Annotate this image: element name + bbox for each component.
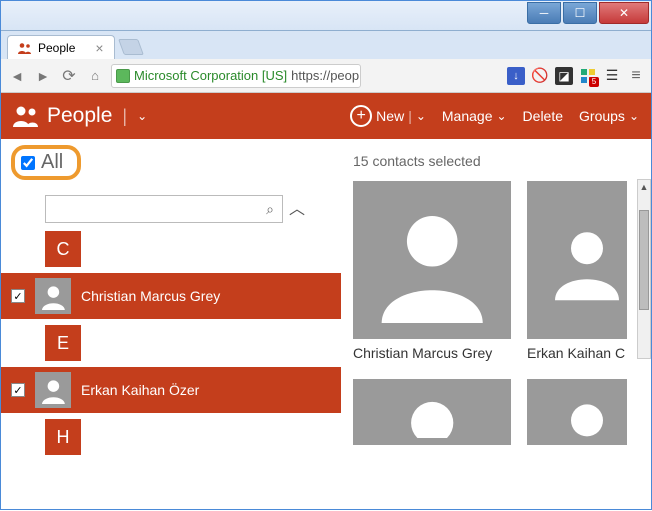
- search-box[interactable]: ⌕: [45, 195, 283, 223]
- avatar-icon: [39, 282, 68, 311]
- contact-avatar: [35, 278, 71, 314]
- tab-title: People: [38, 41, 75, 55]
- scroll-up-arrow-icon[interactable]: ▲: [638, 180, 650, 194]
- search-input[interactable]: [54, 202, 266, 217]
- extension-stack-icon[interactable]: ☰: [603, 67, 621, 85]
- window-maximize-button[interactable]: ☐: [563, 2, 597, 24]
- url-text: https://peop: [291, 68, 359, 83]
- selection-status: 15 contacts selected: [353, 153, 639, 169]
- card-name: Christian Marcus Grey: [353, 345, 511, 361]
- avatar-icon: [547, 386, 627, 439]
- scrollbar-thumb[interactable]: [639, 210, 649, 310]
- chevron-down-icon: ⌄: [416, 109, 426, 123]
- app-header: People | ⌄ + New | ⌄ Manage ⌄ Delete Gro…: [1, 93, 651, 139]
- detail-pane: 15 contacts selected Christian Marcus Gr…: [341, 139, 651, 511]
- window-minimize-button[interactable]: ─: [527, 2, 561, 24]
- avatar-icon: [369, 197, 495, 323]
- content-area: All ⌕ ︿ C ✓ Christian Marcus Grey E ✓: [1, 139, 651, 511]
- people-icon: [13, 105, 39, 127]
- window-titlebar: ─ ☐ ✕: [1, 1, 651, 31]
- search-icon[interactable]: ⌕: [266, 201, 274, 218]
- letter-header-c[interactable]: C: [45, 231, 81, 267]
- avatar-icon: [39, 376, 68, 405]
- extension-badge-count: 5: [589, 77, 599, 87]
- app-name: People: [47, 104, 112, 128]
- manage-label: Manage: [442, 108, 493, 124]
- scrollbar[interactable]: ▲: [637, 179, 651, 359]
- card-avatar: [527, 379, 627, 445]
- scroll-up-icon[interactable]: ︿: [289, 195, 305, 219]
- contact-card[interactable]: [527, 379, 627, 445]
- contact-row[interactable]: ✓ Christian Marcus Grey: [1, 273, 341, 319]
- delete-button[interactable]: Delete: [523, 108, 563, 124]
- app-title[interactable]: People | ⌄: [13, 104, 147, 128]
- bookmark-star-icon[interactable]: ☆: [359, 67, 361, 84]
- contact-name: Erkan Kaihan Özer: [81, 382, 199, 398]
- back-button[interactable]: ◄: [7, 66, 27, 86]
- contact-card[interactable]: [353, 379, 511, 445]
- people-icon: [18, 42, 32, 54]
- tab-close-icon[interactable]: ×: [95, 40, 103, 56]
- contact-list: C ✓ Christian Marcus Grey E ✓ Erkan Kaih…: [1, 231, 341, 455]
- letter-header-e[interactable]: E: [45, 325, 81, 361]
- extension-block-icon[interactable]: 🚫: [531, 67, 549, 85]
- select-all-checkbox[interactable]: [21, 156, 35, 170]
- browser-tab-strip: People ×: [1, 31, 651, 59]
- card-avatar: [527, 181, 627, 339]
- contact-checkbox[interactable]: ✓: [11, 383, 25, 397]
- ev-certificate-label: Microsoft Corporation [US]: [134, 68, 287, 83]
- chevron-down-icon: ⌄: [629, 109, 639, 123]
- browser-tab[interactable]: People ×: [7, 35, 115, 59]
- contact-name: Christian Marcus Grey: [81, 288, 220, 304]
- contact-list-pane: All ⌕ ︿ C ✓ Christian Marcus Grey E ✓: [1, 139, 341, 511]
- letter-header-h[interactable]: H: [45, 419, 81, 455]
- manage-button[interactable]: Manage ⌄: [442, 108, 507, 124]
- browser-menu-button[interactable]: ≡: [627, 67, 645, 85]
- contact-checkbox[interactable]: ✓: [11, 289, 25, 303]
- extension-dark-icon[interactable]: ◪: [555, 67, 573, 85]
- groups-button[interactable]: Groups ⌄: [579, 108, 639, 124]
- contact-card-grid: Christian Marcus Grey Erkan Kaihan C: [353, 181, 639, 361]
- extension-badge-icon[interactable]: 5: [579, 67, 597, 85]
- extension-download-icon[interactable]: ↓: [507, 67, 525, 85]
- new-tab-button[interactable]: [118, 39, 144, 55]
- contact-card[interactable]: Christian Marcus Grey: [353, 181, 511, 361]
- separator: |: [122, 106, 127, 127]
- contact-row[interactable]: ✓ Erkan Kaihan Özer: [1, 367, 341, 413]
- chevron-down-icon: ⌄: [496, 109, 506, 123]
- card-avatar: [353, 181, 511, 339]
- card-name: Erkan Kaihan C: [527, 345, 627, 361]
- card-avatar: [353, 379, 511, 445]
- home-button[interactable]: ⌂: [85, 66, 105, 86]
- reload-button[interactable]: ⟳: [59, 66, 79, 86]
- contact-avatar: [35, 372, 71, 408]
- groups-label: Groups: [579, 108, 625, 124]
- all-label: All: [41, 151, 63, 174]
- new-label: New: [376, 108, 404, 124]
- avatar-icon: [547, 197, 627, 323]
- address-bar[interactable]: Microsoft Corporation [US] https://peop …: [111, 64, 361, 88]
- lock-icon: [116, 69, 130, 83]
- chevron-down-icon[interactable]: ⌄: [137, 109, 147, 123]
- contact-card[interactable]: Erkan Kaihan C: [527, 181, 627, 361]
- new-button[interactable]: + New | ⌄: [350, 105, 426, 127]
- browser-toolbar: ◄ ► ⟳ ⌂ Microsoft Corporation [US] https…: [1, 59, 651, 93]
- avatar-icon: [369, 386, 495, 439]
- select-all-filter[interactable]: All: [11, 145, 81, 180]
- extension-icons: ↓ 🚫 ◪ 5 ☰ ≡: [507, 67, 645, 85]
- window-close-button[interactable]: ✕: [599, 2, 649, 24]
- forward-button[interactable]: ►: [33, 66, 53, 86]
- plus-circle-icon: +: [350, 105, 372, 127]
